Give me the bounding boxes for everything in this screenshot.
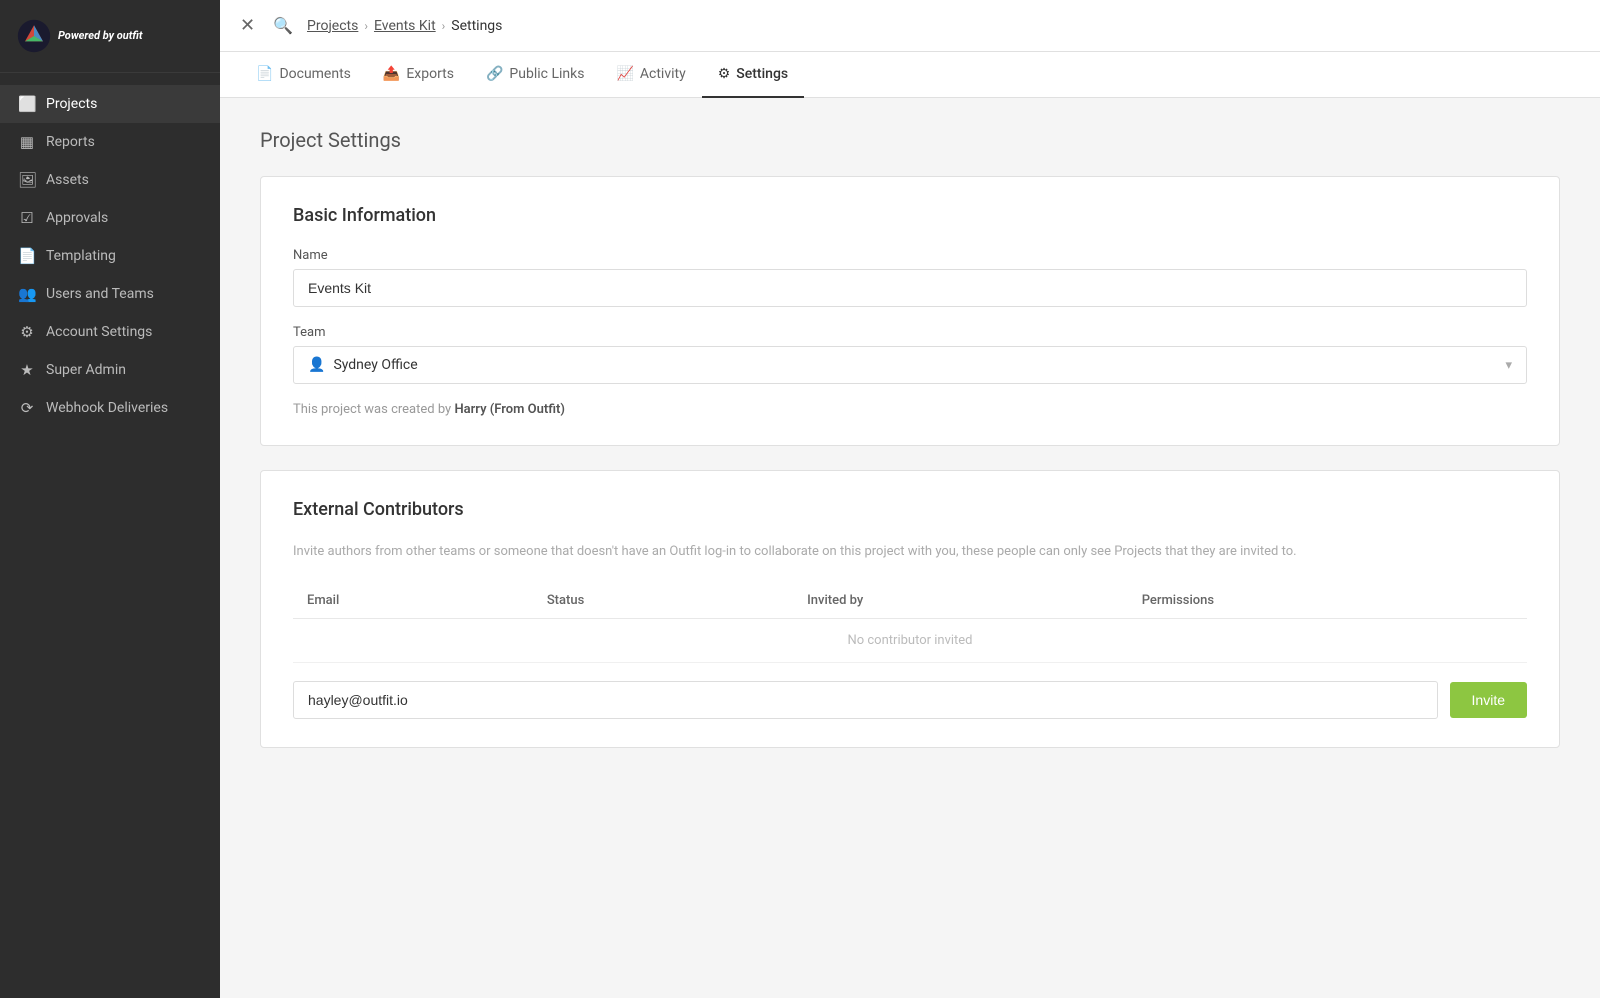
users-teams-icon: 👥 <box>18 285 36 303</box>
tab-exports[interactable]: 📤 Exports <box>367 52 470 98</box>
tabs-bar: 📄 Documents 📤 Exports 🔗 Public Links 📈 A… <box>220 52 1600 98</box>
templating-icon: 📄 <box>18 247 36 265</box>
col-email: Email <box>293 583 533 619</box>
created-by-text: This project was created by Harry (From … <box>293 402 1527 417</box>
content-wrapper: 📄 Documents 📤 Exports 🔗 Public Links 📈 A… <box>220 52 1600 998</box>
sidebar-item-webhook-deliveries[interactable]: ⟳ Webhook Deliveries <box>0 389 220 427</box>
documents-tab-icon: 📄 <box>256 66 273 82</box>
no-contributor-row: No contributor invited <box>293 618 1527 662</box>
sidebar-item-projects[interactable]: ⬜ Projects <box>0 85 220 123</box>
tab-documents[interactable]: 📄 Documents <box>240 52 367 98</box>
sidebar-item-super-admin[interactable]: ★ Super Admin <box>0 351 220 389</box>
tab-public-links[interactable]: 🔗 Public Links <box>470 52 600 98</box>
invite-button[interactable]: Invite <box>1450 682 1527 718</box>
external-contributors-card: External Contributors Invite authors fro… <box>260 470 1560 748</box>
sidebar-header: Powered by outfit <box>0 0 220 73</box>
basic-information-card: Basic Information Name Team 👤 Sydney Off… <box>260 176 1560 446</box>
webhook-icon: ⟳ <box>18 399 36 417</box>
name-label: Name <box>293 248 1527 263</box>
team-value: Sydney Office <box>333 357 417 373</box>
page-title: Project Settings <box>260 128 1560 152</box>
sidebar-logo: Powered by outfit <box>16 18 142 54</box>
ext-contrib-title: External Contributors <box>293 499 1527 520</box>
sidebar-item-account-settings[interactable]: ⚙ Account Settings <box>0 313 220 351</box>
reports-icon: ▦ <box>18 133 36 151</box>
sidebar: Powered by outfit ⬜ Projects ▦ Reports 🖼… <box>0 0 220 998</box>
search-button[interactable]: 🔍 <box>273 16 293 35</box>
sidebar-item-assets[interactable]: 🖼 Assets <box>0 161 220 199</box>
invite-row: Invite <box>293 681 1527 719</box>
activity-tab-icon: 📈 <box>616 66 633 82</box>
breadcrumb-settings: Settings <box>451 18 502 34</box>
outfit-logo-icon <box>16 18 52 54</box>
team-select[interactable]: 👤 Sydney Office ▾ <box>293 346 1527 384</box>
breadcrumb-projects[interactable]: Projects <box>307 18 358 34</box>
team-person-icon: 👤 <box>308 357 325 373</box>
col-invited-by: Invited by <box>793 583 1128 619</box>
chevron-down-icon: ▾ <box>1505 358 1512 373</box>
account-settings-icon: ⚙ <box>18 323 36 341</box>
name-form-group: Name <box>293 248 1527 307</box>
creator-name: Harry (From Outfit) <box>454 402 565 417</box>
page-content: Project Settings Basic Information Name … <box>220 98 1600 998</box>
col-permissions: Permissions <box>1128 583 1527 619</box>
sidebar-item-reports[interactable]: ▦ Reports <box>0 123 220 161</box>
sidebar-item-approvals[interactable]: ☑ Approvals <box>0 199 220 237</box>
name-input[interactable] <box>293 269 1527 307</box>
approvals-icon: ☑ <box>18 209 36 227</box>
contributors-table: Email Status Invited by Permissions No c… <box>293 583 1527 663</box>
assets-icon: 🖼 <box>18 171 36 189</box>
team-form-group: Team 👤 Sydney Office ▾ <box>293 325 1527 384</box>
sidebar-nav: ⬜ Projects ▦ Reports 🖼 Assets ☑ Approval… <box>0 73 220 998</box>
public-links-tab-icon: 🔗 <box>486 66 503 82</box>
sidebar-item-templating[interactable]: 📄 Templating <box>0 237 220 275</box>
exports-tab-icon: 📤 <box>383 66 400 82</box>
settings-tab-icon: ⚙ <box>718 66 731 82</box>
close-button[interactable]: ✕ <box>240 15 255 36</box>
topbar: ✕ 🔍 Projects › Events Kit › Settings <box>220 0 1600 52</box>
team-label: Team <box>293 325 1527 340</box>
col-status: Status <box>533 583 793 619</box>
breadcrumb-events-kit[interactable]: Events Kit <box>374 18 436 34</box>
sidebar-item-users-teams[interactable]: 👥 Users and Teams <box>0 275 220 313</box>
tab-activity[interactable]: 📈 Activity <box>600 52 701 98</box>
invite-email-input[interactable] <box>293 681 1438 719</box>
breadcrumb: Projects › Events Kit › Settings <box>307 18 502 34</box>
super-admin-icon: ★ <box>18 361 36 379</box>
no-contributor-message: No contributor invited <box>293 618 1527 662</box>
breadcrumb-sep-1: › <box>364 19 368 33</box>
breadcrumb-sep-2: › <box>442 19 446 33</box>
projects-icon: ⬜ <box>18 95 36 113</box>
main-area: ✕ 🔍 Projects › Events Kit › Settings 📄 D… <box>220 0 1600 998</box>
basic-info-title: Basic Information <box>293 205 1527 226</box>
powered-by-text: Powered by outfit <box>58 29 142 43</box>
ext-contrib-description: Invite authors from other teams or someo… <box>293 542 1527 563</box>
tab-settings[interactable]: ⚙ Settings <box>702 52 804 98</box>
